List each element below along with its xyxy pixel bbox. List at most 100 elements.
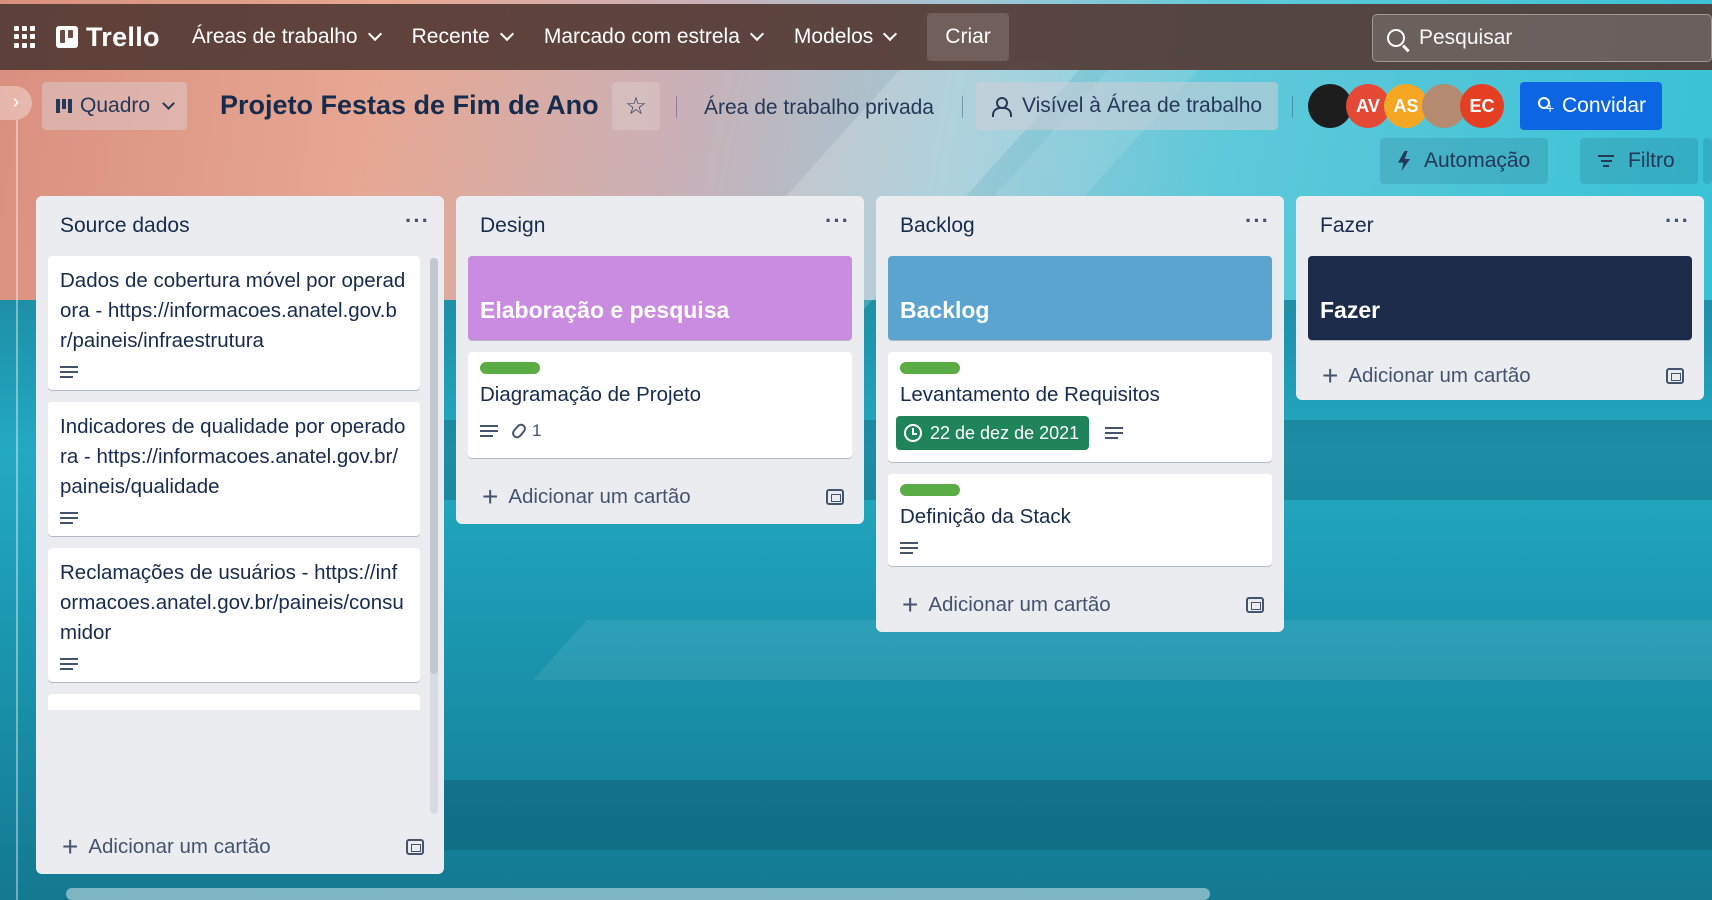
card-title: Diagramação de Projeto bbox=[480, 383, 702, 406]
board-icon bbox=[56, 99, 72, 113]
card-label[interactable] bbox=[900, 484, 960, 496]
list-title[interactable]: Design bbox=[480, 214, 545, 238]
list-header[interactable]: Design ··· bbox=[456, 196, 864, 256]
list-design: Design ··· Elaboração e pesquisa Diagram… bbox=[456, 196, 864, 524]
filter-button[interactable]: Filtro bbox=[1580, 138, 1698, 184]
card-template-icon[interactable] bbox=[406, 839, 424, 855]
visibility-button[interactable]: Visível à Área de trabalho bbox=[976, 82, 1279, 130]
search-input[interactable]: Pesquisar bbox=[1372, 14, 1712, 62]
search-placeholder: Pesquisar bbox=[1419, 26, 1513, 49]
star-button[interactable]: ☆ bbox=[612, 82, 660, 130]
attachment-count: 1 bbox=[532, 421, 542, 440]
automation-label: Automação bbox=[1424, 149, 1531, 172]
card-title: Dados de cobertura móvel por operadora -… bbox=[60, 269, 406, 352]
card[interactable]: Definição da Stack bbox=[888, 474, 1272, 566]
cover-card[interactable]: Fazer bbox=[1308, 256, 1692, 340]
star-icon: ☆ bbox=[625, 92, 647, 120]
list-backlog: Backlog ··· Backlog Levantamento de Requ… bbox=[876, 196, 1284, 632]
more-options-icon[interactable]: ··· bbox=[1245, 208, 1270, 234]
divider bbox=[962, 96, 963, 118]
chevron-down-icon bbox=[162, 97, 175, 110]
workspace-visibility-label[interactable]: Área de trabalho privada bbox=[704, 96, 934, 120]
avatar[interactable]: EC bbox=[1460, 84, 1504, 128]
app-switcher-icon[interactable] bbox=[14, 26, 36, 48]
card-title: Definição da Stack bbox=[900, 505, 1071, 528]
avatar-initials: EC bbox=[1469, 95, 1495, 116]
board-title[interactable]: Projeto Festas de Fim de Ano bbox=[220, 90, 599, 121]
nav-templates[interactable]: Modelos bbox=[794, 25, 898, 49]
card-title: Elaboração e pesquisa bbox=[480, 297, 730, 323]
add-card-label: Adicionar um cartão bbox=[508, 485, 691, 508]
description-icon bbox=[900, 542, 918, 554]
add-card-button[interactable]: + Adicionar um cartão bbox=[36, 820, 444, 874]
add-card-button[interactable]: + Adicionar um cartão bbox=[456, 470, 864, 524]
card-template-icon[interactable] bbox=[826, 489, 844, 505]
list-fazer: Fazer ··· Fazer + Adicionar um cartão bbox=[1296, 196, 1704, 400]
add-card-label: Adicionar um cartão bbox=[88, 835, 271, 858]
lightning-icon bbox=[1398, 151, 1410, 171]
create-button[interactable]: Criar bbox=[927, 13, 1009, 61]
description-icon bbox=[1105, 427, 1124, 439]
attachment-badge: 1 bbox=[510, 416, 542, 446]
invite-label: Convidar bbox=[1561, 94, 1647, 117]
card[interactable]: Diagramação de Projeto 1 bbox=[468, 352, 852, 458]
more-options-icon[interactable]: ··· bbox=[825, 208, 850, 234]
list-scrollbar[interactable] bbox=[430, 258, 438, 674]
list-title[interactable]: Fazer bbox=[1320, 214, 1374, 238]
card[interactable]: Dados de cobertura móvel por operadora -… bbox=[48, 256, 420, 390]
card-template-icon[interactable] bbox=[1666, 368, 1684, 384]
nav-recent-label: Recente bbox=[411, 25, 490, 48]
add-card-button[interactable]: + Adicionar um cartão bbox=[876, 578, 1284, 632]
list-header[interactable]: Backlog ··· bbox=[876, 196, 1284, 256]
card-title: Backlog bbox=[900, 297, 990, 323]
card[interactable] bbox=[48, 694, 420, 710]
card-label[interactable] bbox=[480, 362, 540, 374]
nav-starred[interactable]: Marcado com estrela bbox=[544, 25, 764, 49]
more-menu-button[interactable] bbox=[1703, 138, 1712, 184]
plus-icon: + bbox=[1322, 360, 1339, 391]
plus-icon: + bbox=[482, 481, 499, 512]
filter-icon bbox=[1598, 155, 1614, 167]
nav-recent[interactable]: Recente bbox=[411, 25, 514, 49]
sidebar-edge bbox=[16, 120, 18, 900]
board-view-switcher[interactable]: Quadro bbox=[42, 82, 188, 130]
add-card-label: Adicionar um cartão bbox=[1348, 364, 1531, 387]
divider bbox=[676, 96, 677, 118]
paperclip-icon bbox=[510, 421, 528, 441]
invite-button[interactable]: Convidar bbox=[1520, 82, 1662, 130]
card-label[interactable] bbox=[900, 362, 960, 374]
card[interactable]: Reclamações de usuários - https://inform… bbox=[48, 548, 420, 682]
card[interactable]: Indicadores de qualidade por operadora -… bbox=[48, 402, 420, 536]
cover-card[interactable]: Elaboração e pesquisa bbox=[468, 256, 852, 340]
more-options-icon[interactable]: ··· bbox=[1665, 208, 1690, 234]
nav-workspaces-label: Áreas de trabalho bbox=[191, 25, 358, 48]
clock-icon bbox=[904, 424, 922, 442]
add-card-label: Adicionar um cartão bbox=[928, 593, 1111, 616]
due-date-badge[interactable]: 22 de dez de 2021 bbox=[896, 416, 1090, 450]
card-title: Fazer bbox=[1320, 297, 1381, 323]
plus-icon: + bbox=[62, 831, 79, 862]
more-options-icon[interactable]: ··· bbox=[405, 208, 430, 234]
card-template-icon[interactable] bbox=[1246, 597, 1264, 613]
people-icon bbox=[992, 97, 1012, 117]
trello-logo[interactable]: Trello bbox=[56, 22, 160, 53]
chevron-down-icon bbox=[499, 26, 514, 42]
description-icon bbox=[60, 658, 78, 670]
add-card-button[interactable]: + Adicionar um cartão bbox=[1296, 352, 1704, 400]
board-horizontal-scrollbar[interactable] bbox=[66, 888, 1210, 900]
list-source-dados: Source dados ··· Dados de cobertura móve… bbox=[36, 196, 444, 874]
list-title[interactable]: Backlog bbox=[900, 214, 975, 238]
list-header[interactable]: Source dados ··· bbox=[36, 196, 444, 256]
filter-label: Filtro bbox=[1628, 149, 1675, 172]
cover-card[interactable]: Backlog bbox=[888, 256, 1272, 340]
description-icon bbox=[60, 366, 78, 378]
avatar-initials: AV bbox=[1356, 95, 1380, 116]
card[interactable]: Levantamento de Requisitos 22 de dez de … bbox=[888, 352, 1272, 462]
board-view-label: Quadro bbox=[80, 94, 151, 117]
chevron-down-icon bbox=[883, 26, 898, 42]
nav-workspaces[interactable]: Áreas de trabalho bbox=[191, 25, 382, 49]
list-header[interactable]: Fazer ··· bbox=[1296, 196, 1704, 256]
list-title[interactable]: Source dados bbox=[60, 214, 190, 238]
automation-button[interactable]: Automação bbox=[1380, 138, 1549, 184]
chevron-down-icon bbox=[749, 26, 764, 42]
